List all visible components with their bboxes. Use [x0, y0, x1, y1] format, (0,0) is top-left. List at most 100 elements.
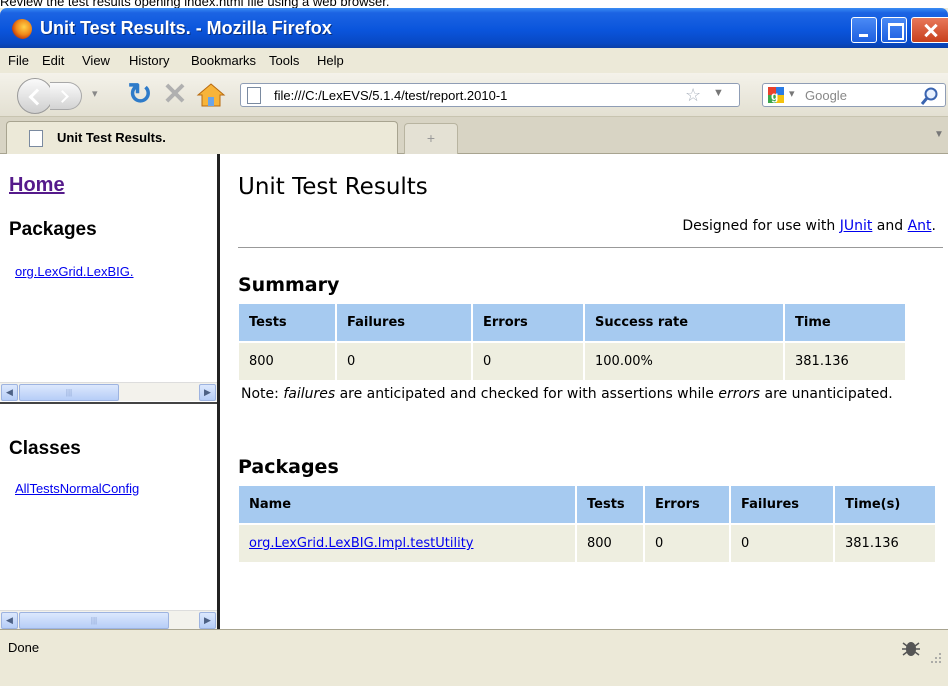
stop-icon[interactable]: ✕: [160, 78, 190, 112]
packages-frame: Home Packages org.LexGrid.LexBIG. ◀ ||| …: [0, 154, 217, 404]
page-icon: [29, 130, 43, 147]
horizontal-scrollbar[interactable]: ◀ ||| ▶: [0, 610, 217, 629]
designed-prefix: Designed for use with: [682, 218, 840, 234]
menu-tools[interactable]: Tools: [269, 53, 299, 68]
note-prefix: Note:: [241, 386, 284, 402]
table-header: Failures: [731, 486, 833, 523]
main-frame: Unit Test Results Designed for use with …: [223, 154, 948, 629]
left-frame: Home Packages org.LexGrid.LexBIG. ◀ ||| …: [0, 154, 220, 629]
summary-heading: Summary: [238, 274, 340, 296]
table-header-row: Tests Failures Errors Success rate Time: [239, 304, 905, 341]
url-text[interactable]: file:///C:/LexEVS/5.1.4/test/report.2010…: [274, 88, 507, 103]
home-link[interactable]: Home: [9, 174, 65, 197]
page-title: Unit Test Results: [238, 174, 428, 200]
back-icon[interactable]: [17, 78, 53, 114]
title-bar: Unit Test Results. - Mozilla Firefox: [0, 8, 948, 48]
table-header: Time(s): [835, 486, 935, 523]
status-text: Done: [8, 640, 40, 655]
navigation-toolbar: ▾ ↻ ✕ file:///C:/LexEVS/5.1.4/test/repor…: [0, 73, 948, 117]
note-failures: failures: [283, 386, 336, 402]
table-header: Tests: [239, 304, 335, 341]
table-cell: 381.136: [785, 343, 905, 380]
table-cell: 0: [731, 525, 833, 562]
search-bar[interactable]: g ▾ Google: [762, 83, 946, 107]
tab-bar: Unit Test Results. + ▼: [0, 117, 948, 154]
google-icon[interactable]: g: [767, 86, 785, 104]
svg-text:g: g: [771, 89, 778, 103]
table-row: org.LexGrid.LexBIG.Impl.testUtility 800 …: [239, 525, 935, 562]
table-cell: 800: [577, 525, 643, 562]
table-cell: org.LexGrid.LexBIG.Impl.testUtility: [239, 525, 575, 562]
url-dropdown-icon[interactable]: ▼: [713, 87, 724, 99]
summary-note: Note: failures are anticipated and check…: [241, 386, 911, 403]
packages-heading: Packages: [9, 219, 97, 240]
scroll-left-icon[interactable]: ◀: [1, 384, 18, 401]
summary-table: Tests Failures Errors Success rate Time …: [237, 302, 907, 382]
tab-unit-test-results[interactable]: Unit Test Results.: [6, 121, 398, 154]
table-row: 800 0 0 100.00% 381.136: [239, 343, 905, 380]
close-button[interactable]: [911, 17, 948, 43]
page-content: Home Packages org.LexGrid.LexBIG. ◀ ||| …: [0, 154, 948, 629]
menu-file[interactable]: File: [8, 53, 29, 68]
table-cell: 381.136: [835, 525, 935, 562]
table-cell: 0: [473, 343, 583, 380]
table-cell: 0: [337, 343, 471, 380]
table-header: Success rate: [585, 304, 783, 341]
browser-window: Unit Test Results. - Mozilla Firefox Fil…: [0, 8, 948, 686]
scroll-thumb[interactable]: |||: [19, 612, 169, 629]
resize-grip-icon[interactable]: [930, 652, 942, 664]
designed-period: .: [931, 218, 936, 234]
new-tab-button[interactable]: +: [404, 123, 458, 154]
junit-link[interactable]: JUnit: [840, 218, 873, 234]
package-name-link[interactable]: org.LexGrid.LexBIG.Impl.testUtility: [249, 536, 473, 551]
forward-icon[interactable]: [50, 82, 82, 110]
search-input[interactable]: Google: [805, 88, 847, 103]
packages-table: Name Tests Errors Failures Time(s) org.L…: [237, 484, 937, 564]
note-middle: are anticipated and checked for with ass…: [335, 386, 719, 402]
note-suffix: are unanticipated.: [760, 386, 893, 402]
search-engine-dropdown-icon[interactable]: ▾: [789, 87, 795, 100]
star-icon[interactable]: ☆: [685, 85, 701, 105]
scroll-left-icon[interactable]: ◀: [1, 612, 18, 629]
url-bar[interactable]: file:///C:/LexEVS/5.1.4/test/report.2010…: [240, 83, 740, 107]
table-header: Errors: [645, 486, 729, 523]
page-icon: [247, 87, 261, 104]
menu-help[interactable]: Help: [317, 53, 344, 68]
table-header: Tests: [577, 486, 643, 523]
classes-heading: Classes: [9, 438, 81, 459]
minimize-button[interactable]: [851, 17, 877, 43]
table-cell: 0: [645, 525, 729, 562]
package-link[interactable]: org.LexGrid.LexBIG.: [15, 264, 134, 279]
table-cell: 100.00%: [585, 343, 783, 380]
table-header-row: Name Tests Errors Failures Time(s): [239, 486, 935, 523]
menu-view[interactable]: View: [82, 53, 110, 68]
menu-history[interactable]: History: [129, 53, 169, 68]
menu-bookmarks[interactable]: Bookmarks: [191, 53, 256, 68]
tab-list-icon[interactable]: ▼: [934, 129, 944, 140]
table-cell: 800: [239, 343, 335, 380]
note-errors: errors: [718, 386, 761, 402]
maximize-button[interactable]: [881, 17, 907, 43]
reload-icon[interactable]: ↻: [125, 78, 155, 112]
class-link[interactable]: AllTestsNormalConfig: [15, 481, 217, 496]
search-icon[interactable]: [919, 86, 939, 106]
table-header: Failures: [337, 304, 471, 341]
tab-label: Unit Test Results.: [57, 130, 166, 145]
designed-for-text: Designed for use with JUnit and Ant.: [682, 218, 936, 234]
status-bar: Done: [0, 629, 948, 666]
table-header: Name: [239, 486, 575, 523]
ant-link[interactable]: Ant: [908, 218, 932, 234]
scroll-right-icon[interactable]: ▶: [199, 384, 216, 401]
menu-edit[interactable]: Edit: [42, 53, 64, 68]
scroll-right-icon[interactable]: ▶: [199, 612, 216, 629]
firefox-icon: [12, 19, 32, 39]
scroll-thumb[interactable]: |||: [19, 384, 119, 401]
designed-and: and: [872, 218, 908, 234]
packages-section-heading: Packages: [238, 456, 339, 478]
bug-icon[interactable]: [900, 638, 922, 658]
table-header: Errors: [473, 304, 583, 341]
window-title: Unit Test Results. - Mozilla Firefox: [40, 18, 332, 38]
horizontal-scrollbar[interactable]: ◀ ||| ▶: [0, 382, 217, 401]
home-icon[interactable]: [196, 82, 226, 108]
history-dropdown-icon[interactable]: ▾: [92, 87, 100, 101]
